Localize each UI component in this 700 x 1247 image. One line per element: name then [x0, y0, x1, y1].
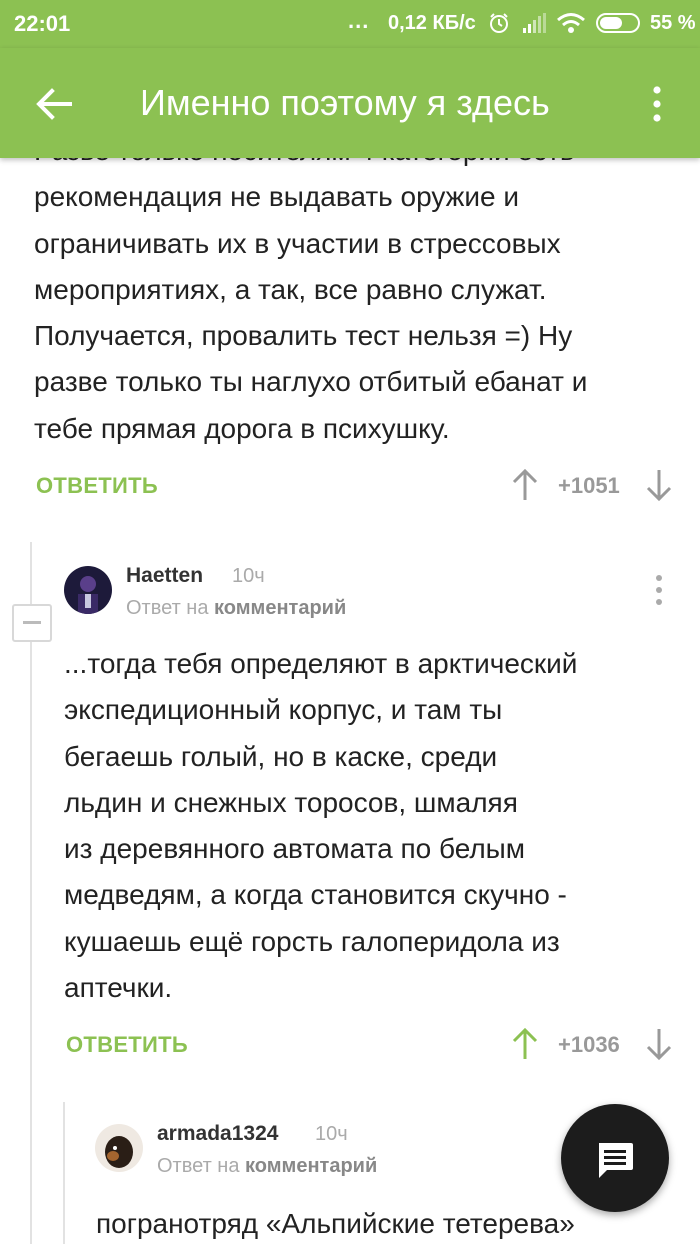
more-vertical-icon[interactable]	[646, 84, 668, 124]
avatar[interactable]	[95, 1124, 143, 1172]
comment-line: аптечки.	[64, 972, 173, 1004]
reply-to-link[interactable]: комментарий	[245, 1155, 377, 1177]
comment-line: ...тогда тебя определяют в арктический	[64, 648, 578, 679]
username[interactable]: armada1324	[157, 1122, 278, 1146]
comment-2-body: погранотряд «Альпийские тетерева»	[96, 1201, 656, 1247]
comment-rating: +1036	[558, 1032, 620, 1057]
comment-line: кушаешь ещё горсть галоперидола из	[64, 925, 560, 957]
page-title: Именно поэтому я здесь	[140, 82, 550, 123]
comment-line: рекомендация не выдавать оружие и	[34, 181, 520, 213]
battery-icon	[596, 13, 640, 33]
comment-1-body: ...тогда тебя определяют в арктический э…	[64, 641, 684, 1011]
reply-button[interactable]: ОТВЕТИТЬ	[66, 1032, 188, 1058]
user-avatar-image	[95, 1124, 143, 1172]
comment-time: 10ч	[315, 1123, 348, 1145]
comment-line: бегаешь голый, но в каске, среди	[64, 740, 498, 772]
reply-to-line: Ответ на комментарий	[157, 1155, 377, 1178]
comment-line: разве только ты наглухо отбитый ебанат и	[34, 366, 588, 398]
comment-line: льдин и снежных торосов, шмаляя	[64, 786, 518, 818]
alarm-icon	[490, 13, 508, 33]
avatar[interactable]	[64, 566, 112, 614]
comment-line: погранотряд «Альпийские тетерева»	[96, 1208, 575, 1239]
reply-to-prefix: Ответ на	[157, 1155, 240, 1177]
comment-time: 10ч	[232, 565, 265, 587]
message-icon	[599, 1143, 633, 1178]
reply-to-prefix: Ответ на	[126, 597, 209, 619]
thread-line-nested	[63, 1102, 65, 1244]
downvote-arrow-icon[interactable]	[645, 1027, 673, 1061]
comment-line: мероприятиях, а так, все равно служат.	[34, 273, 547, 305]
upvote-arrow-icon[interactable]	[511, 1027, 539, 1061]
app-bar: Именно поэтому я здесь	[0, 48, 700, 158]
upvote-arrow-icon[interactable]	[511, 468, 539, 502]
reply-to-link[interactable]: комментарий	[214, 597, 346, 619]
battery-percent: 55 %	[650, 12, 696, 34]
comment-line: экспедиционный корпус, и там ты	[64, 694, 503, 726]
comment-0-body: Разве только носителям 4 категории есть …	[34, 128, 684, 452]
status-time: 22:01	[14, 11, 71, 36]
minus-icon	[23, 621, 41, 624]
comment-line: ограничивать их в участии в стрессовых	[34, 227, 561, 259]
reply-to-line: Ответ на комментарий	[126, 597, 346, 620]
user-avatar-image	[64, 566, 112, 614]
back-arrow-icon[interactable]	[34, 84, 74, 124]
comment-line: из деревянного автомата по белым	[64, 833, 526, 865]
wifi-icon	[557, 13, 585, 33]
comment-line: Получается, провалить тест нельзя =) Ну	[34, 320, 573, 352]
status-bar: 22:01 ... 0,12 КБ/с 55 %	[0, 0, 700, 48]
network-speed: 0,12 КБ/с	[388, 12, 476, 34]
comment-line: медведям, а когда становится скучно -	[64, 879, 567, 911]
username[interactable]: Haetten	[126, 564, 203, 588]
thread-line	[30, 542, 32, 1244]
comment-more-icon[interactable]	[651, 574, 667, 608]
comment-line: тебе прямая дорога в психушку.	[34, 412, 450, 444]
downvote-arrow-icon[interactable]	[645, 468, 673, 502]
signal-icon	[523, 13, 546, 33]
collapse-thread-button[interactable]	[12, 604, 52, 642]
status-more-dots: ...	[348, 8, 370, 33]
messages-fab-button[interactable]	[561, 1104, 669, 1212]
reply-button[interactable]: ОТВЕТИТЬ	[36, 473, 158, 499]
comment-rating: +1051	[558, 473, 620, 498]
